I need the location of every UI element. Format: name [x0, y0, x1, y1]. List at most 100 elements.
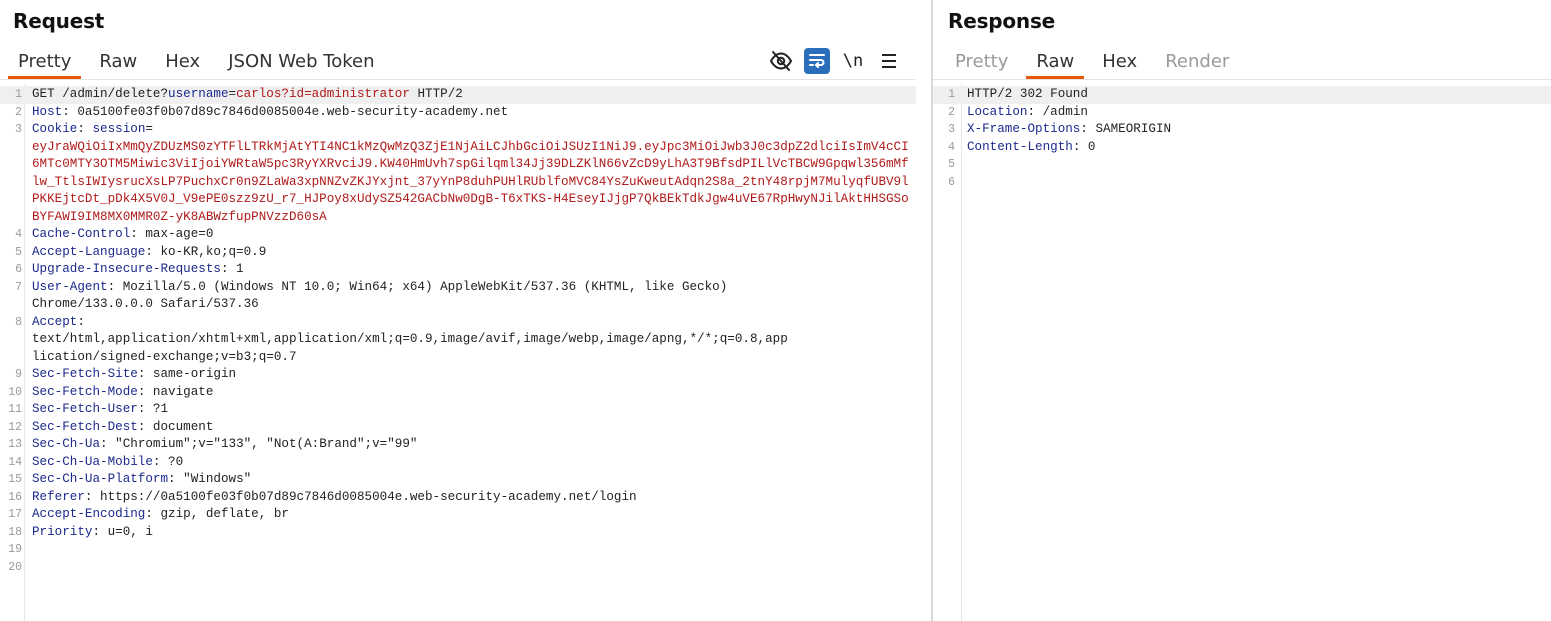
cookie-eq: = [145, 122, 153, 136]
line-number: 19 [8, 543, 22, 556]
header-name: Sec-Fetch-Mode [32, 384, 138, 399]
header-value: : "Windows" [168, 472, 252, 486]
response-editor[interactable]: 1 HTTP/2 302 Found 2 Location: /admin 3 … [933, 84, 1551, 621]
header-value: : [77, 122, 93, 136]
header-name: X-Frame-Options [967, 122, 1081, 136]
response-pane: Response Pretty Raw Hex Render 1 HTTP/2 … [933, 0, 1551, 621]
code-line-17: 17 Accept-Encoding: gzip, deflate, br [0, 506, 916, 524]
header-value: : same-origin [137, 367, 237, 381]
line-number: 17 [8, 508, 22, 521]
header-value: : 0a5100fe03f0b07d89c7846d0085004e.web-s… [62, 104, 509, 119]
request-tab-divider [0, 79, 915, 80]
code-line-12: 12 Sec-Fetch-Dest: document [0, 419, 916, 437]
header-value: : Mozilla/5.0 (Windows NT 10.0; Win64; x… [107, 279, 728, 294]
request-code: 1 GET /admin/delete?username=carlos?id=a… [0, 86, 916, 576]
line-number: 20 [8, 560, 22, 574]
header-name: Sec-Fetch-Dest [32, 419, 138, 434]
newline-icon[interactable]: \n [840, 48, 866, 74]
header-value-continued: lication/signed-exchange;v=b3;q=0.7 [32, 349, 297, 364]
header-name: Content-Length [967, 139, 1073, 154]
header-value-continued: text/html,application/xhtml+xml,applicat… [32, 332, 788, 346]
code-line-4: 4 Content-Length: 0 [933, 139, 1551, 157]
code-line-10: 10 Sec-Fetch-Mode: navigate [0, 384, 916, 402]
header-name: Referer [32, 489, 85, 504]
request-pane: Request Pretty Raw Hex JSON Web Token \n [0, 0, 931, 621]
line-number: 3 [15, 123, 22, 136]
code-line-3: 3 Cookie: session= eyJraWQiOiIxMmQyZDUzMS… [0, 121, 916, 226]
header-value: : ?0 [152, 454, 184, 469]
menu-icon[interactable] [876, 48, 902, 74]
line-number: 10 [8, 385, 22, 399]
header-name: User-Agent [32, 279, 108, 294]
request-tab-raw[interactable]: Raw [89, 47, 147, 79]
line-number: 7 [15, 280, 22, 294]
cookie-name: session [92, 122, 146, 136]
code-line-7: 7 User-Agent: Mozilla/5.0 (Windows NT 10… [0, 279, 916, 314]
line-number: 4 [15, 228, 22, 241]
header-name: Accept-Language [32, 244, 146, 259]
header-name: Location [967, 104, 1028, 119]
header-value: : "Chromium";v="133", "Not(A:Brand";v="9… [100, 437, 418, 451]
response-tab-render[interactable]: Render [1155, 47, 1239, 79]
header-name: Accept-Encoding [32, 507, 146, 521]
header-name: Sec-Ch-Ua-Mobile [32, 454, 153, 469]
line-number: 4 [948, 140, 955, 154]
header-value: : document [137, 419, 214, 434]
request-line-method: GET /admin/delete? [32, 87, 169, 101]
code-line-14: 14 Sec-Ch-Ua-Mobile: ?0 [0, 454, 916, 472]
header-name: Upgrade-Insecure-Requests [32, 262, 221, 276]
header-value: : 1 [220, 262, 244, 276]
code-line-9: 9 Sec-Fetch-Site: same-origin [0, 366, 916, 384]
newline-label: \n [842, 51, 864, 71]
code-line-2: 2 Location: /admin [933, 104, 1551, 122]
response-tab-hex[interactable]: Hex [1092, 47, 1147, 79]
line-number: 5 [948, 158, 955, 171]
code-line-3: 3 X-Frame-Options: SAMEORIGIN [933, 121, 1551, 139]
code-line-11: 11 Sec-Fetch-User: ?1 [0, 401, 916, 419]
header-name: Sec-Ch-Ua [32, 437, 101, 451]
code-line-5: 5 Accept-Language: ko-KR,ko;q=0.9 [0, 244, 916, 262]
code-line-6: 6 Upgrade-Insecure-Requests: 1 [0, 261, 916, 279]
request-tab-hex[interactable]: Hex [155, 47, 210, 79]
response-tab-raw[interactable]: Raw [1026, 47, 1085, 79]
response-title: Response [948, 9, 1056, 33]
header-value: : SAMEORIGIN [1080, 122, 1172, 136]
request-title: Request [13, 9, 105, 33]
header-value: : /admin [1027, 104, 1088, 119]
code-line-19: 19 [0, 541, 916, 559]
status-line: HTTP/2 302 Found [967, 87, 1088, 101]
code-line-4: 4 Cache-Control: max-age=0 [0, 226, 916, 244]
response-tabs: Pretty Raw Hex Render [945, 47, 1247, 79]
response-tab-divider [933, 79, 1551, 80]
line-number: 2 [15, 105, 22, 119]
header-name: Cache-Control [32, 227, 131, 241]
line-number: 13 [8, 438, 22, 451]
header-value: : max-age=0 [130, 227, 214, 241]
request-editor[interactable]: 1 GET /admin/delete?username=carlos?id=a… [0, 84, 931, 621]
eye-off-icon[interactable] [768, 48, 794, 74]
wrap-lines-icon[interactable] [804, 48, 830, 74]
header-value-continued: Chrome/133.0.0.0 Safari/537.36 [32, 297, 259, 311]
request-tab-pretty[interactable]: Pretty [8, 47, 82, 79]
header-value: : navigate [137, 384, 214, 399]
header-value: : [77, 314, 85, 329]
line-number: 6 [948, 175, 955, 189]
response-tab-pretty[interactable]: Pretty [945, 47, 1018, 79]
header-value: : ko-KR,ko;q=0.9 [145, 244, 267, 259]
line-number: 14 [8, 455, 22, 469]
response-code: 1 HTTP/2 302 Found 2 Location: /admin 3 … [933, 86, 1551, 191]
code-line-13: 13 Sec-Ch-Ua: "Chromium";v="133", "Not(A… [0, 436, 916, 454]
request-tab-json-web-token[interactable]: JSON Web Token [218, 47, 384, 79]
header-value: : 0 [1072, 139, 1096, 154]
line-number: 2 [948, 105, 955, 119]
line-number: 6 [15, 263, 22, 276]
request-tabs: Pretty Raw Hex JSON Web Token [8, 47, 393, 79]
line-number: 18 [8, 525, 22, 539]
header-value: : u=0, i [92, 524, 153, 539]
code-line-6: 6 [933, 174, 1551, 192]
header-name: Priority [32, 524, 93, 539]
header-value: : https://0a5100fe03f0b07d89c7846d008500… [84, 489, 637, 504]
query-param-value: carlos?id=administrator [236, 87, 410, 101]
code-line-20: 20 [0, 559, 916, 577]
line-number: 12 [8, 420, 22, 434]
